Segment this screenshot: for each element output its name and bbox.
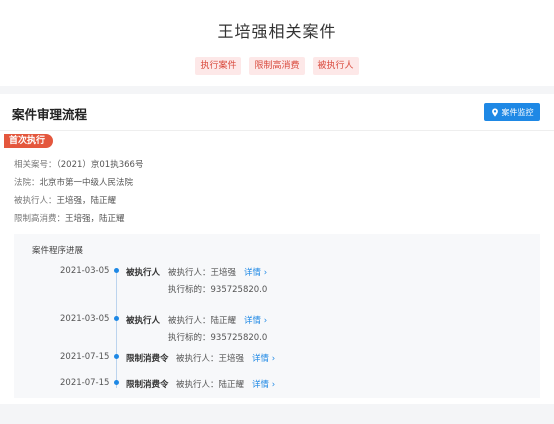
consumption-restriction-row: 限制高消费：王培强，陆正耀 xyxy=(14,212,125,224)
executed-person-label: 被执行人： xyxy=(14,196,57,206)
event-party: 被执行人：陆正耀 xyxy=(176,380,245,390)
tag-consumption-restriction[interactable]: 限制高消费 xyxy=(249,57,305,75)
event-detail-link[interactable]: 详情 › xyxy=(252,352,275,364)
executed-person-row: 被执行人：王培强，陆正耀 xyxy=(14,194,116,206)
event-party: 被执行人：王培强 xyxy=(176,354,245,364)
case-process-card: 案件审理流程 案件监控 首次执行 相关案号：（2021）京01执366号 法院：… xyxy=(0,94,554,404)
event-detail-link[interactable]: 详情 › xyxy=(244,266,267,278)
first-execution-badge: 首次执行 xyxy=(4,134,54,148)
timeline-title: 案件程序进展 xyxy=(32,246,84,256)
event-detail-link[interactable]: 详情 › xyxy=(244,314,267,326)
case-number-label: 相关案号： xyxy=(14,160,57,170)
page-title: 王培强相关案件 xyxy=(217,22,337,41)
case-number-row: 相关案号：（2021）京01执366号 xyxy=(14,158,143,170)
event-date: 2021-03-05 xyxy=(60,266,110,276)
timeline-dot xyxy=(114,316,119,321)
event-date: 2021-07-15 xyxy=(60,378,110,388)
event-amount: 执行标的：935725820.0 xyxy=(168,333,268,343)
court-row: 法院：北京市第一中级人民法院 xyxy=(14,176,133,188)
event-party: 被执行人：陆正耀 xyxy=(168,316,237,326)
event-type: 限制消费令 xyxy=(126,354,169,364)
event-type: 被执行人 xyxy=(126,316,161,326)
event-party: 被执行人：王培强 xyxy=(168,268,237,278)
case-monitor-button[interactable]: 案件监控 xyxy=(484,103,540,121)
court-value: 北京市第一中级人民法院 xyxy=(39,178,134,188)
case-monitor-label: 案件监控 xyxy=(501,107,534,117)
case-number-value: （2021）京01执366号 xyxy=(56,160,144,170)
divider xyxy=(0,130,554,131)
event-type: 限制消费令 xyxy=(126,380,169,390)
timeline-dot xyxy=(114,268,119,273)
tag-person-subject-to-execution[interactable]: 被执行人 xyxy=(312,57,359,75)
consumption-restriction-value: 王培强，陆正耀 xyxy=(65,214,125,224)
timeline-line xyxy=(116,270,117,388)
executed-person-value: 王培强，陆正耀 xyxy=(56,196,117,206)
event-detail-link[interactable]: 详情 › xyxy=(252,378,275,390)
consumption-restriction-label: 限制高消费： xyxy=(14,214,66,224)
event-date: 2021-07-15 xyxy=(60,352,110,362)
timeline-dot xyxy=(114,380,119,385)
court-label: 法院： xyxy=(14,178,40,188)
location-pin-icon xyxy=(491,107,498,117)
event-amount: 执行标的：935725820.0 xyxy=(168,285,268,295)
event-date: 2021-03-05 xyxy=(60,314,110,324)
page-header: 王培强相关案件 执行案件 限制高消费 被执行人 xyxy=(0,0,554,86)
timeline-dot xyxy=(114,354,119,359)
case-progress-timeline: 案件程序进展 2021-03-05 被执行人 被执行人：王培强 详情 › 执行标… xyxy=(14,234,540,398)
tag-list: 执行案件 限制高消费 被执行人 xyxy=(0,57,554,75)
event-type: 被执行人 xyxy=(126,268,161,278)
card-title: 案件审理流程 xyxy=(12,107,88,122)
tag-execution-case[interactable]: 执行案件 xyxy=(195,57,242,75)
